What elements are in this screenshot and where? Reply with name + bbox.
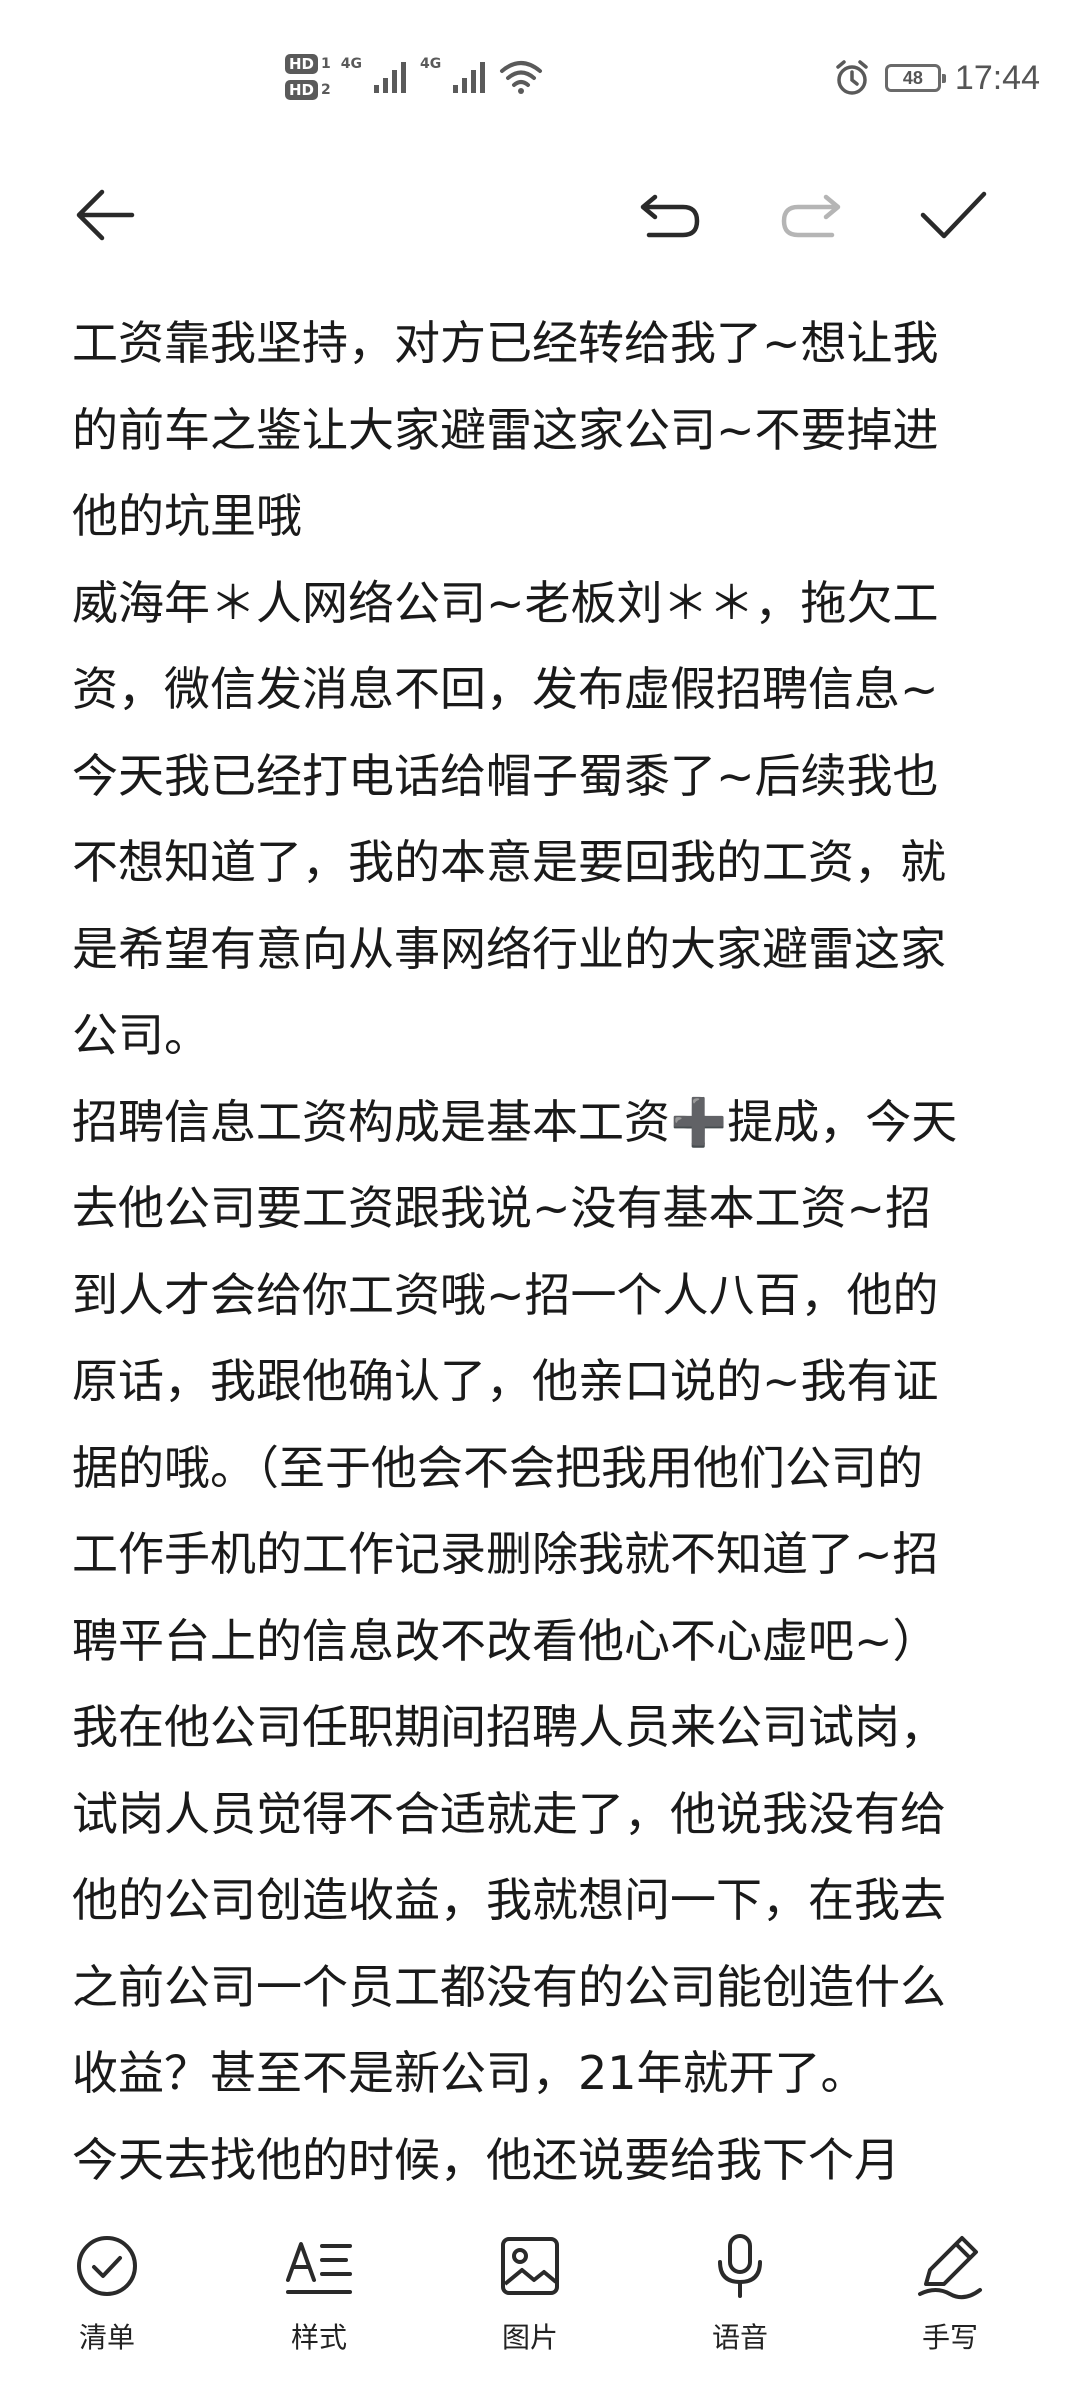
note-text-line: 今天我已经打电话给帽子蜀黍了~后续我也	[72, 748, 939, 803]
hd-label: HD	[285, 80, 319, 100]
wifi-icon	[500, 61, 543, 94]
hd-label: HD	[285, 54, 319, 74]
insert-image-button[interactable]: 图片	[460, 2230, 600, 2380]
text-style-button[interactable]: 样式	[249, 2230, 389, 2380]
image-icon	[501, 2237, 559, 2295]
handwriting-icon-wrap	[914, 2230, 986, 2302]
checklist-icon-wrap	[71, 2230, 143, 2302]
text-style-label: 样式	[290, 2321, 347, 2354]
microphone-icon	[718, 2234, 762, 2298]
undo-icon	[640, 194, 700, 238]
note-text-line: 工资靠我坚持，对方已经转给我了~想让我	[72, 316, 939, 370]
microphone-icon-wrap	[704, 2230, 776, 2302]
image-icon-wrap	[494, 2230, 566, 2302]
signal-strength-icon	[453, 62, 486, 93]
text-style-icon	[286, 2242, 352, 2294]
note-text-line: 是希望有意向从事网络行业的大家避雷这家	[72, 921, 946, 976]
network-type-label: 4G	[420, 56, 442, 72]
note-text-line: 的前车之鉴让大家避雷这家公司~不要掉进	[72, 402, 939, 457]
battery-level: 48	[902, 67, 923, 88]
hd-indicators: HD 1 HD 2	[285, 54, 331, 100]
note-text-line: 威海年＊人网络公司~老板刘＊＊，拖欠工	[72, 575, 939, 630]
checklist-button[interactable]: 清单	[37, 2230, 177, 2380]
status-time: 17:44	[954, 58, 1040, 97]
note-text-line: 招聘信息工资构成是基本工资➕提成，今天	[72, 1094, 958, 1149]
hd-number: 1	[321, 56, 331, 72]
note-text-line: 公司。	[72, 1008, 210, 1062]
note-text-line: 今天去找他的时候，他还说要给我下个月	[72, 2132, 900, 2187]
note-text-line: 聘平台上的信息改不改看他心不心虚吧~）	[72, 1613, 939, 1668]
status-bar: HD 1 HD 2 4G 4G 48 17:44	[0, 0, 1080, 150]
signal-strength-icon	[374, 62, 406, 93]
hd-number: 2	[321, 82, 331, 98]
redo-button[interactable]	[766, 170, 856, 260]
note-text-line: 工作手机的工作记录删除我就不知道了~招	[72, 1527, 939, 1581]
note-text-line: 他的公司创造收益，我就想问一下，在我去	[72, 1873, 946, 1927]
text-style-icon-wrap	[283, 2230, 355, 2302]
checklist-icon	[77, 2236, 137, 2296]
editor-toolbar	[0, 150, 1080, 280]
note-text-line: 收益？甚至不是新公司，21年就开了。	[72, 2046, 867, 2100]
hd-badge-2: HD 2	[285, 80, 331, 100]
note-text-line: 他的坑里哦	[72, 489, 302, 543]
note-text-line: 据的哦。（至于他会不会把我用他们公司的	[72, 1440, 923, 1495]
note-text-line: 去他公司要工资跟我说~没有基本工资~招	[72, 1181, 932, 1235]
note-text-line: 之前公司一个员工都没有的公司能创造什么	[72, 1959, 946, 2014]
note-text-line: 试岗人员觉得不合适就走了，他说我没有给	[72, 1786, 946, 1841]
done-button[interactable]	[908, 170, 998, 260]
status-right-group: 48 17:44	[833, 48, 1040, 108]
hd-badge-1: HD 1	[285, 54, 331, 74]
alarm-icon	[836, 60, 868, 95]
image-label: 图片	[501, 2321, 558, 2354]
battery-icon: 48	[884, 64, 946, 92]
arrow-left-icon	[76, 189, 135, 241]
note-text-line: 资，微信发消息不回，发布虚假招聘信息~	[72, 662, 939, 716]
redo-icon	[781, 194, 841, 238]
back-button[interactable]	[60, 170, 150, 260]
checkmark-icon	[920, 191, 987, 239]
network-type-label: 4G	[340, 56, 362, 72]
handwriting-label: 手写	[921, 2321, 978, 2354]
note-text-line: 不想知道了，我的本意是要回我的工资，就	[72, 835, 946, 889]
checklist-label: 清单	[78, 2321, 135, 2354]
note-text-line: 我在他公司任职期间招聘人员来公司试岗，	[72, 1700, 946, 1754]
bottom-toolbar: 清单 样式 图片 语音 手写	[0, 2205, 1080, 2400]
note-editor[interactable]: 工资靠我坚持，对方已经转给我了~想让我 的前车之鉴让大家避雷这家公司~不要掉进 他的…	[72, 300, 1012, 2205]
handwriting-button[interactable]: 手写	[880, 2230, 1020, 2380]
note-text-line: 原话，我跟他确认了，他亲口说的~我有证	[72, 1354, 939, 1408]
voice-input-button[interactable]: 语音	[670, 2230, 810, 2380]
undo-button[interactable]	[625, 170, 715, 260]
pen-icon	[918, 2236, 982, 2300]
note-text-line: 到人才会给你工资哦~招一个人八百，他的	[72, 1267, 939, 1322]
status-left-group: HD 1 HD 2 4G 4G	[285, 42, 543, 112]
voice-label: 语音	[711, 2321, 768, 2354]
